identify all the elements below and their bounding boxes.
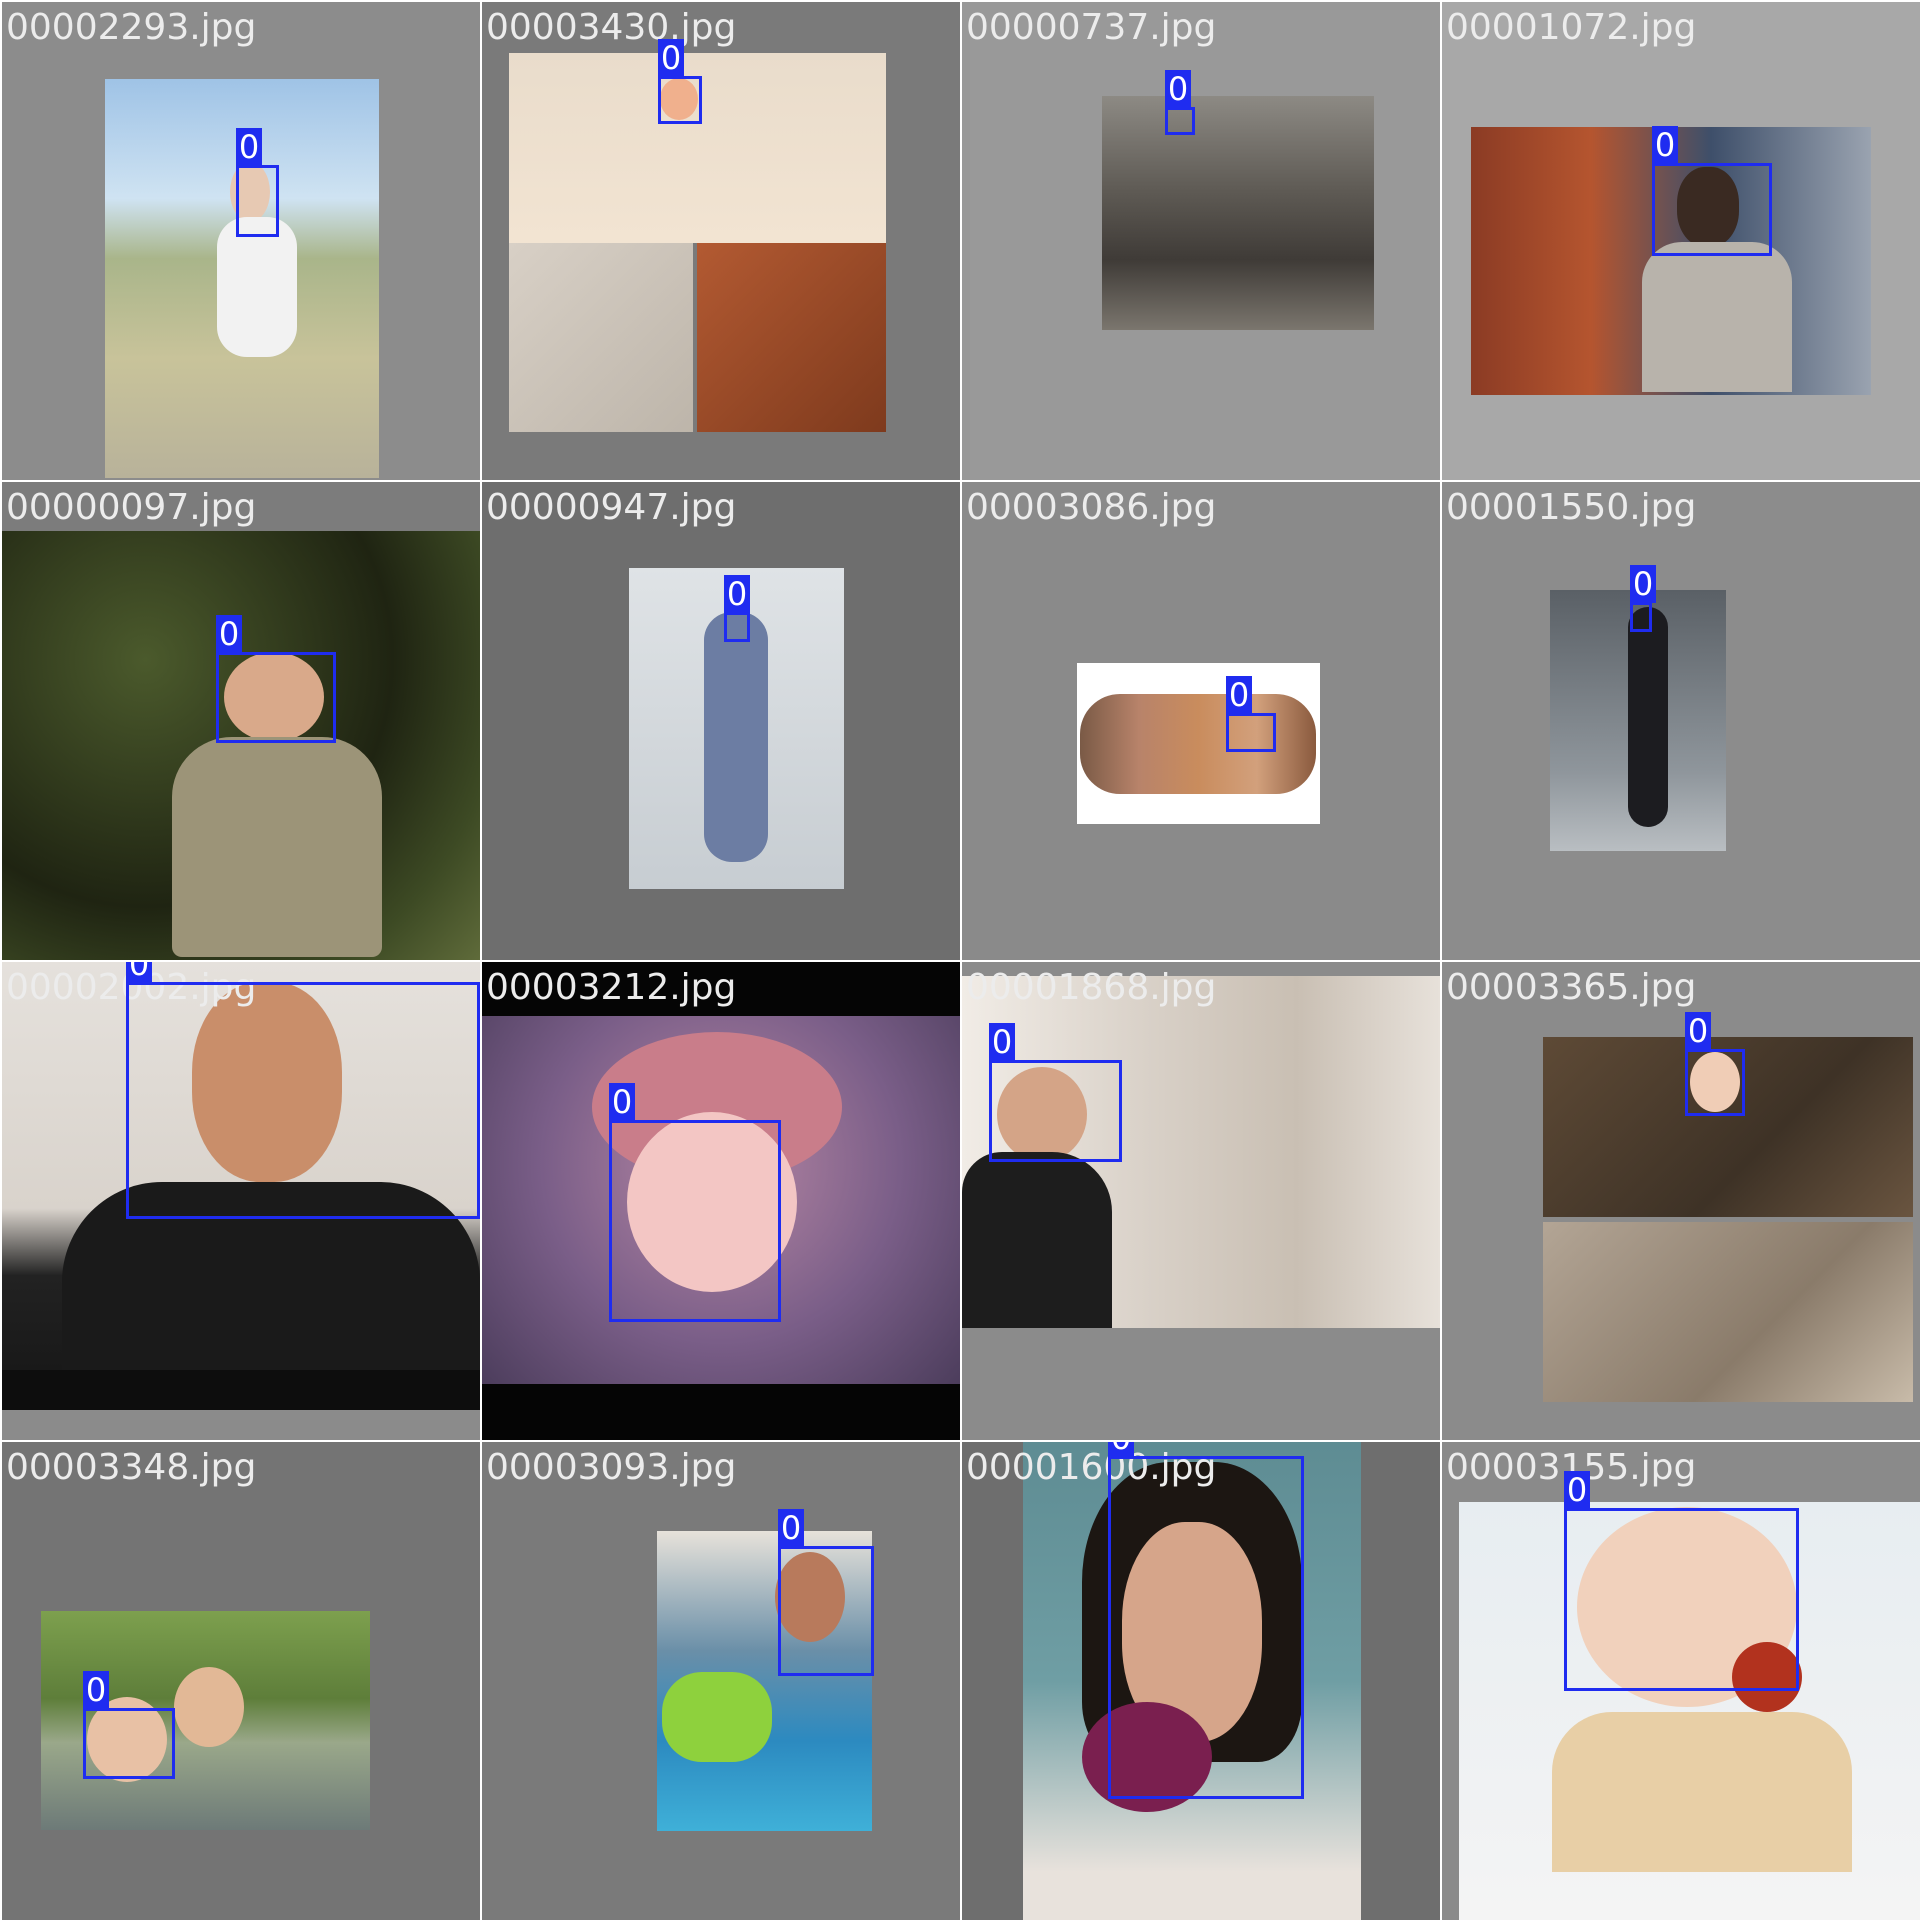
class-label: 0 [1685, 1012, 1711, 1050]
tile-00001868: 00001868.jpg 0 [962, 962, 1440, 1440]
group-of-kids [1080, 694, 1316, 794]
filename-label: 00001072.jpg [1446, 7, 1697, 48]
tile-00003093: 00003093.jpg 0 [482, 1442, 960, 1920]
class-label: 0 [778, 1509, 804, 1547]
bounding-box: 0 [778, 1509, 874, 1676]
photo-footer [2, 1370, 480, 1410]
filename-label: 00001868.jpg [966, 967, 1217, 1008]
tile-00001072: 00001072.jpg 0 [1442, 2, 1920, 480]
tile-00000947: 00000947.jpg 0 [482, 482, 960, 960]
class-label: 0 [989, 1023, 1015, 1061]
bounding-box: 0 [1685, 1012, 1745, 1116]
woman-face [174, 1667, 244, 1747]
tile-00002002: 00002002.jpg 0 [2, 962, 480, 1440]
class-label: 0 [1630, 565, 1656, 603]
class-label: 0 [236, 128, 262, 166]
baby-outfit [1552, 1712, 1852, 1872]
bounding-box: 0 [724, 575, 750, 642]
tile-00001550: 00001550.jpg 0 [1442, 482, 1920, 960]
tile-00000097: 00000097.jpg 0 [2, 482, 480, 960]
tile-00003430: 00003430.jpg 0 [482, 2, 960, 480]
class-label: 0 [126, 962, 152, 983]
filename-label: 00000947.jpg [486, 487, 737, 528]
bounding-box: 0 [216, 615, 336, 743]
person-shirt [962, 1152, 1112, 1328]
class-label: 0 [216, 615, 242, 653]
bounding-box: 0 [1652, 126, 1772, 256]
photo-bottom-left [509, 243, 693, 432]
bounding-box: 0 [1226, 676, 1276, 752]
person-figure [1628, 607, 1668, 827]
person-jacket [1642, 242, 1792, 392]
detection-grid: 00002293.jpg 0 00003430.jpg 0 00000737.j… [0, 0, 1920, 1920]
tile-00002293: 00002293.jpg 0 [2, 2, 480, 480]
class-label: 0 [609, 1083, 635, 1121]
filename-label: 00000737.jpg [966, 7, 1217, 48]
bounding-box: 0 [126, 962, 480, 1219]
bounding-box: 0 [609, 1083, 781, 1322]
bounding-box: 0 [989, 1023, 1122, 1162]
filename-label: 00003212.jpg [486, 967, 737, 1008]
tile-00003348: 00003348.jpg 0 [2, 1442, 480, 1920]
class-label: 0 [1108, 1442, 1134, 1457]
bounding-box: 0 [83, 1671, 175, 1779]
class-label: 0 [1652, 126, 1678, 164]
person-body [217, 217, 297, 357]
tile-00000737: 00000737.jpg 0 [962, 2, 1440, 480]
filename-label: 00003093.jpg [486, 1447, 737, 1488]
child-shirt [662, 1672, 772, 1762]
filename-label: 00002293.jpg [6, 7, 257, 48]
filename-label: 00003430.jpg [486, 7, 737, 48]
tile-00003086: 00003086.jpg 0 [962, 482, 1440, 960]
bounding-box: 0 [1108, 1442, 1304, 1799]
bounding-box: 0 [1165, 70, 1195, 135]
class-label: 0 [1226, 676, 1252, 714]
person-shirt [172, 737, 382, 957]
class-label: 0 [724, 575, 750, 613]
tile-00003365: 00003365.jpg 0 [1442, 962, 1920, 1440]
person-body [704, 612, 768, 862]
filename-label: 00003348.jpg [6, 1447, 257, 1488]
tile-00001600: 00001600.jpg 0 [962, 1442, 1440, 1920]
class-label: 0 [658, 39, 684, 77]
photo [1102, 96, 1374, 330]
class-label: 0 [1165, 70, 1191, 108]
bounding-box: 0 [236, 128, 279, 237]
bounding-box: 0 [658, 39, 702, 124]
filename-label: 00003365.jpg [1446, 967, 1697, 1008]
bounding-box: 0 [1564, 1471, 1799, 1691]
class-label: 0 [1564, 1471, 1590, 1509]
tile-00003212: 00003212.jpg 0 [482, 962, 960, 1440]
filename-label: 00003086.jpg [966, 487, 1217, 528]
photo-bottom-right [697, 243, 886, 432]
bounding-box: 0 [1630, 565, 1656, 632]
tile-00003155: 00003155.jpg 0 [1442, 1442, 1920, 1920]
filename-label: 00000097.jpg [6, 487, 257, 528]
filename-label: 00001550.jpg [1446, 487, 1697, 528]
class-label: 0 [83, 1671, 109, 1709]
photo-bottom [1543, 1222, 1913, 1402]
